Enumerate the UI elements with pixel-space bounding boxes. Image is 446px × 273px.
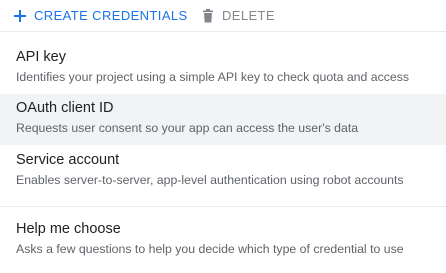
menu-item-title: OAuth client ID [16,100,114,116]
menu-item-description: Enables server-to-server, app-level auth… [16,173,404,187]
menu-item-title: Service account [16,152,120,168]
menu-item-description: Asks a few questions to help you decide … [16,242,404,256]
menu-item-description: Requests user consent so your app can ac… [16,121,359,135]
trash-icon [200,8,216,24]
delete-label: DELETE [222,8,275,23]
menu-item-service-account[interactable]: Service account Enables server-to-server… [0,146,446,196]
plus-icon [12,8,28,24]
menu-item-oauth-client-id[interactable]: OAuth client ID Requests user consent so… [0,94,446,145]
menu-item-title: Help me choose [16,221,121,237]
menu-item-help-me-choose[interactable]: Help me choose Asks a few questions to h… [0,215,446,267]
create-credentials-label: CREATE CREDENTIALS [34,8,188,23]
toolbar: CREATE CREDENTIALS DELETE [0,0,446,32]
menu-item-title: API key [16,49,66,65]
menu-item-api-key[interactable]: API key Identifies your project using a … [0,43,446,93]
menu-divider [0,206,446,207]
delete-button[interactable]: DELETE [200,0,275,31]
create-credentials-button[interactable]: CREATE CREDENTIALS [12,0,188,31]
menu-item-description: Identifies your project using a simple A… [16,70,410,84]
